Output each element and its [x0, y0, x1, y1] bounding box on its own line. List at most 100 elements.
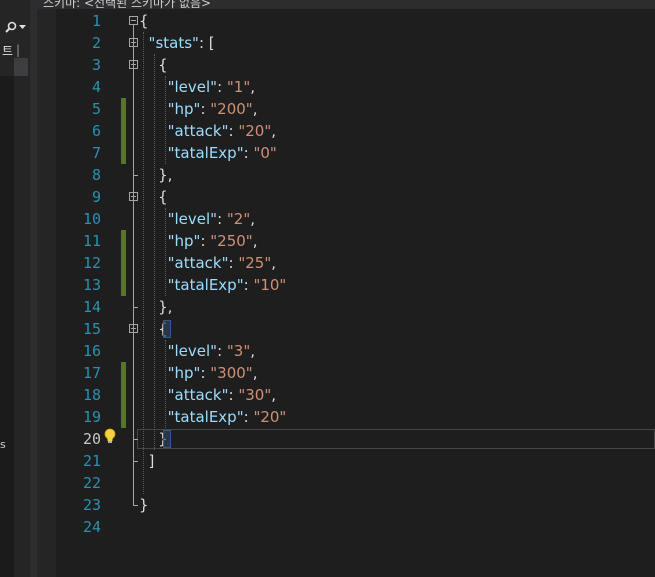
- code-line[interactable]: 19 "tatalExp": "20": [37, 406, 655, 428]
- line-number: 12: [82, 254, 101, 272]
- current-line-highlight: [137, 429, 655, 449]
- code-line[interactable]: 4 "level": "1",: [37, 76, 655, 98]
- panel-gutter: [0, 76, 14, 577]
- code-line[interactable]: 11 "hp": "250",: [37, 230, 655, 252]
- code-text: "tatalExp": "10": [139, 274, 287, 296]
- line-number: 8: [91, 166, 101, 184]
- code-line[interactable]: 3 {: [37, 54, 655, 76]
- json-punctuation: ,: [271, 386, 276, 404]
- line-number: 17: [82, 364, 101, 382]
- code-line[interactable]: 16 "level": "3",: [37, 340, 655, 362]
- change-marker: [121, 274, 126, 296]
- code-text: "level": "2",: [139, 208, 255, 230]
- code-line[interactable]: 24: [37, 516, 655, 538]
- schema-label: 스키마: <선택된 스키마가 없음>: [43, 0, 212, 9]
- panel-scrollbar[interactable]: [14, 58, 28, 76]
- change-marker: [121, 98, 126, 120]
- code-line[interactable]: 23}: [37, 494, 655, 516]
- line-number: 10: [82, 210, 101, 228]
- line-number: 23: [82, 496, 101, 514]
- json-punctuation: :: [217, 78, 227, 96]
- lightbulb-icon[interactable]: [104, 428, 116, 444]
- json-key: "stats": [148, 34, 199, 52]
- json-key: "tatalExp": [167, 408, 244, 426]
- code-line[interactable]: 1{: [37, 10, 655, 32]
- line-number: 9: [91, 188, 101, 206]
- code-line[interactable]: 10 "level": "2",: [37, 208, 655, 230]
- json-key: "hp": [167, 100, 201, 118]
- brace-match-highlight: [163, 320, 171, 338]
- panel-tab-label: 트: [2, 43, 14, 58]
- left-tool-panel: 트 | s: [0, 0, 30, 577]
- code-line[interactable]: 12 "attack": "25",: [37, 252, 655, 274]
- line-number: 20: [82, 430, 101, 448]
- change-marker: [121, 362, 126, 384]
- code-line[interactable]: 7 "tatalExp": "0": [37, 142, 655, 164]
- separator-icon: |: [16, 43, 21, 57]
- line-number: 1: [91, 12, 101, 30]
- json-key: "level": [167, 78, 218, 96]
- code-text: "attack": "25",: [139, 252, 276, 274]
- editor-window: 트 | s 스키마: <선택된 스키마가 없음> 1{2 "stats": [3…: [0, 0, 655, 577]
- json-string: "0": [253, 144, 277, 162]
- line-number: 18: [82, 386, 101, 404]
- line-number: 14: [82, 298, 101, 316]
- code-line[interactable]: 5 "hp": "200",: [37, 98, 655, 120]
- panel-splitter[interactable]: [30, 0, 37, 577]
- chevron-down-icon: [18, 24, 26, 29]
- json-punctuation: },: [139, 298, 173, 316]
- code-line[interactable]: 8 },: [37, 164, 655, 186]
- code-line[interactable]: 17 "hp": "300",: [37, 362, 655, 384]
- json-key: "tatalExp": [167, 276, 244, 294]
- json-punctuation: :: [243, 408, 254, 426]
- json-punctuation: {: [139, 12, 149, 30]
- code-line[interactable]: 13 "tatalExp": "10": [37, 274, 655, 296]
- fold-region-end: [133, 505, 138, 506]
- json-string: "20": [253, 408, 287, 426]
- indent-guide: [165, 340, 166, 428]
- json-string: "200": [210, 100, 253, 118]
- code-text: "attack": "30",: [139, 384, 276, 406]
- code-line[interactable]: 18 "attack": "30",: [37, 384, 655, 406]
- json-string: "2": [226, 210, 251, 228]
- json-key: "level": [167, 210, 218, 228]
- json-punctuation: ,: [252, 100, 258, 118]
- json-punctuation: :: [228, 254, 239, 272]
- change-marker: [121, 252, 126, 274]
- change-marker: [121, 384, 126, 406]
- code-text: "attack": "20",: [139, 120, 276, 142]
- json-string: "20": [238, 122, 272, 140]
- json-punctuation: :: [228, 122, 239, 140]
- indent-guide: [165, 208, 166, 296]
- json-punctuation: :: [200, 364, 211, 382]
- change-marker: [121, 142, 126, 164]
- json-string: "30": [238, 386, 272, 404]
- fold-region-end: [133, 439, 138, 440]
- line-number: 7: [91, 144, 101, 162]
- change-marker: [121, 120, 126, 142]
- code-editor[interactable]: 1{2 "stats": [3 {4 "level": "1", 5 "hp": …: [37, 9, 655, 577]
- json-punctuation: :: [228, 386, 239, 404]
- code-line[interactable]: 6 "attack": "20",: [37, 120, 655, 142]
- json-punctuation: }: [139, 496, 149, 514]
- change-marker: [121, 406, 126, 428]
- code-line[interactable]: 22: [37, 472, 655, 494]
- json-key: "tatalExp": [167, 144, 244, 162]
- code-line[interactable]: 2 "stats": [: [37, 32, 655, 54]
- code-line[interactable]: 14 },: [37, 296, 655, 318]
- panel-tab[interactable]: 트 |: [0, 40, 30, 60]
- line-number: 2: [91, 34, 101, 52]
- code-line[interactable]: 21 ]: [37, 450, 655, 472]
- fold-region-end: [133, 461, 138, 462]
- fold-region-end: [133, 307, 138, 308]
- code-line[interactable]: 9 {: [37, 186, 655, 208]
- line-number: 13: [82, 276, 101, 294]
- code-line[interactable]: 15 {: [37, 318, 655, 340]
- line-number: 19: [82, 408, 101, 426]
- code-text: },: [139, 164, 172, 186]
- line-number: 24: [82, 518, 101, 536]
- line-number: 3: [91, 56, 101, 74]
- search-dropdown[interactable]: [0, 16, 30, 38]
- json-string: "3": [226, 342, 251, 360]
- json-key: "hp": [167, 232, 201, 250]
